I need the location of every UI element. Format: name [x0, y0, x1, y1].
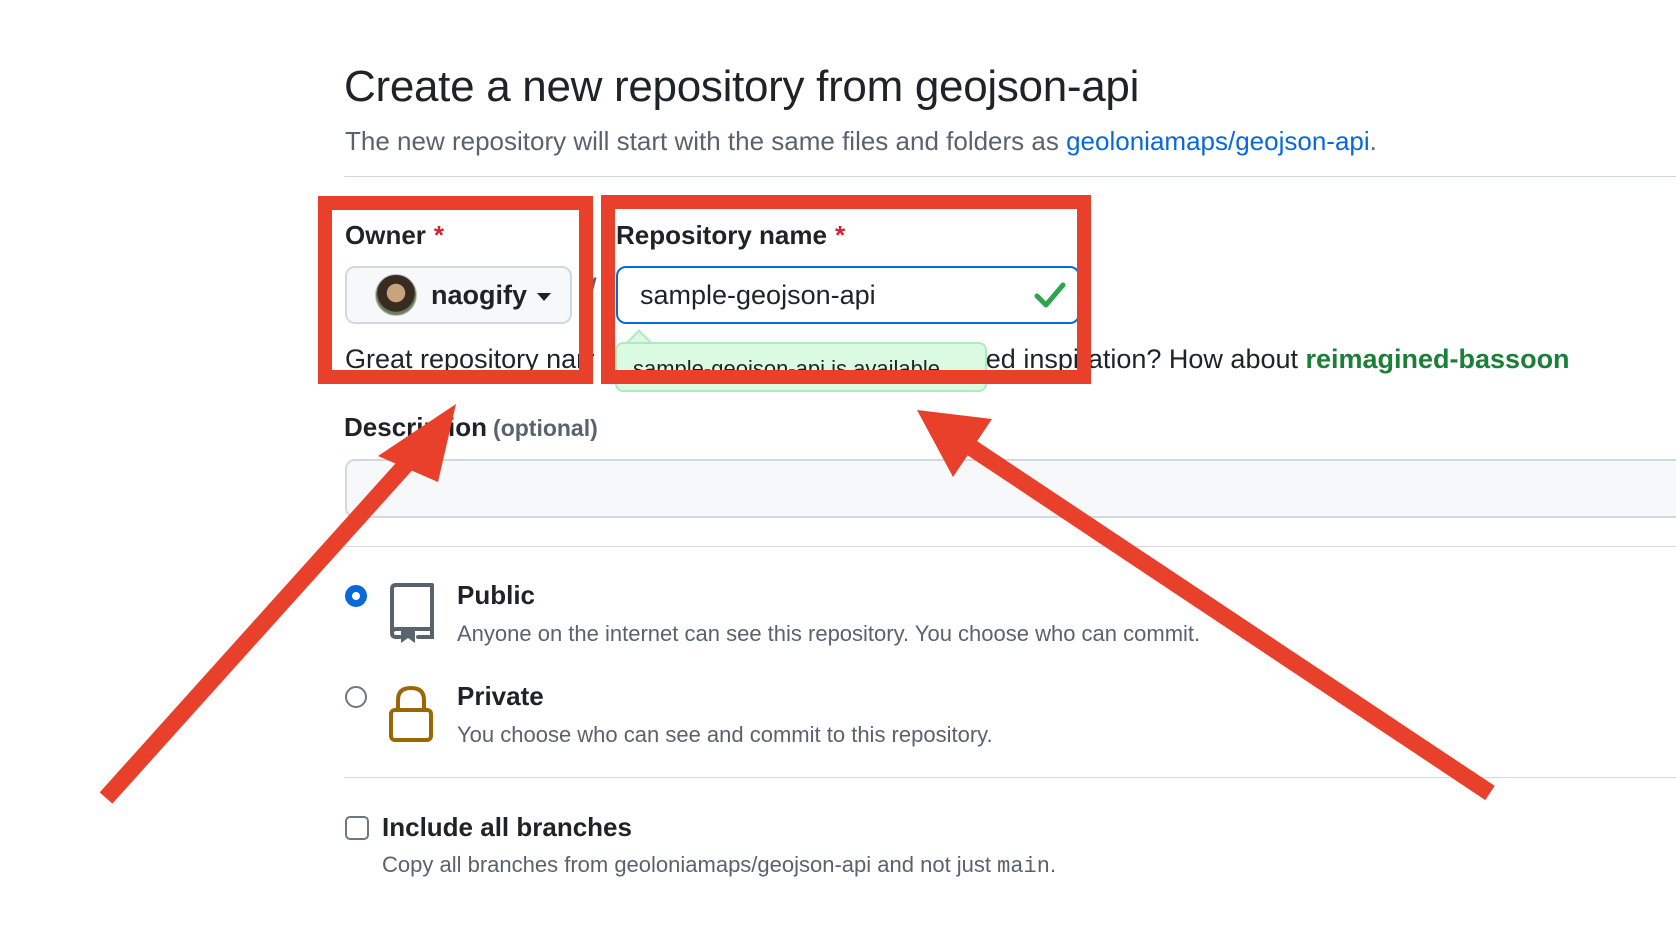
arrow-to-repo-name-icon	[917, 410, 1495, 801]
arrow-to-owner-icon	[99, 404, 456, 804]
annotation-arrows	[99, 404, 1495, 804]
